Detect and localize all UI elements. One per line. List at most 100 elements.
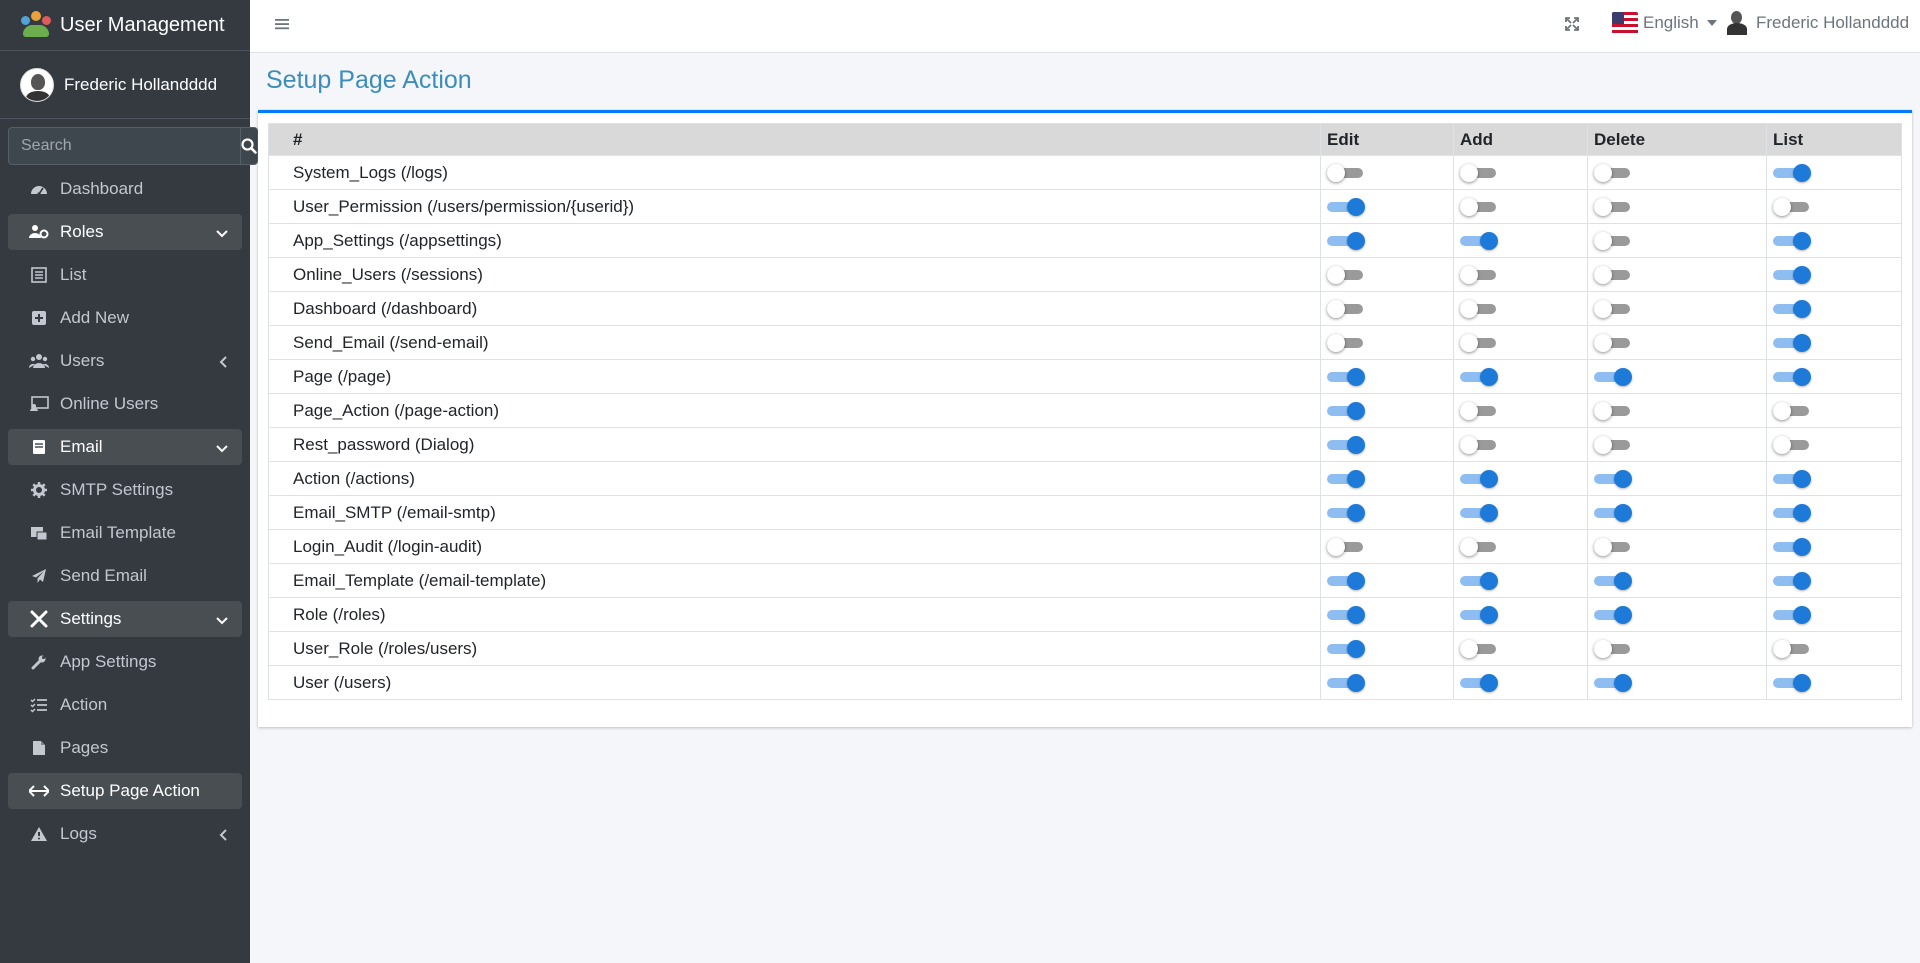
list-toggle[interactable]: [1773, 300, 1811, 319]
edit-toggle[interactable]: [1327, 368, 1365, 387]
list-toggle[interactable]: [1773, 436, 1809, 455]
list-toggle[interactable]: [1773, 368, 1811, 387]
sidebar-item-setup-page-action[interactable]: Setup Page Action: [8, 773, 242, 809]
header-user-menu[interactable]: Frederic Hollandddd: [1726, 10, 1909, 36]
add-cell: [1453, 155, 1588, 190]
add-toggle[interactable]: [1460, 504, 1498, 523]
users-cog-icon: [28, 223, 50, 241]
add-toggle[interactable]: [1460, 572, 1498, 591]
edit-toggle[interactable]: [1327, 334, 1363, 353]
sidebar-user-name[interactable]: Frederic Hollandddd: [64, 75, 217, 95]
edit-toggle[interactable]: [1327, 470, 1365, 489]
screen-user-icon: [28, 395, 50, 413]
delete-toggle[interactable]: [1594, 640, 1630, 659]
brand[interactable]: User Management: [0, 0, 250, 51]
sidebar-item-pages[interactable]: Pages: [8, 730, 242, 766]
list-toggle[interactable]: [1773, 198, 1809, 217]
add-toggle[interactable]: [1460, 164, 1496, 183]
delete-cell: [1587, 563, 1767, 598]
edit-toggle[interactable]: [1327, 198, 1365, 217]
delete-toggle[interactable]: [1594, 402, 1630, 421]
delete-toggle[interactable]: [1594, 368, 1632, 387]
list-toggle[interactable]: [1773, 402, 1809, 421]
delete-toggle[interactable]: [1594, 436, 1630, 455]
add-toggle[interactable]: [1460, 436, 1496, 455]
delete-toggle[interactable]: [1594, 266, 1630, 285]
sidebar-item-list[interactable]: List: [8, 257, 242, 293]
edit-toggle[interactable]: [1327, 164, 1363, 183]
sidebar-item-add-new[interactable]: Add New: [8, 300, 242, 336]
page-name-cell: Rest_password (Dialog): [268, 427, 1321, 462]
language-dropdown[interactable]: English: [1612, 12, 1717, 34]
delete-toggle[interactable]: [1594, 232, 1630, 251]
edit-toggle[interactable]: [1327, 674, 1365, 693]
add-toggle[interactable]: [1460, 198, 1496, 217]
add-toggle[interactable]: [1460, 266, 1496, 285]
add-toggle[interactable]: [1460, 334, 1496, 353]
sidebar-item-send-email[interactable]: Send Email: [8, 558, 242, 594]
edit-toggle[interactable]: [1327, 572, 1365, 591]
list-toggle[interactable]: [1773, 606, 1811, 625]
list-cell: [1766, 427, 1902, 462]
delete-toggle[interactable]: [1594, 470, 1632, 489]
add-toggle[interactable]: [1460, 368, 1498, 387]
list-toggle[interactable]: [1773, 640, 1809, 659]
list-toggle[interactable]: [1773, 572, 1811, 591]
add-cell: [1453, 223, 1588, 258]
sidebar-item-app-settings[interactable]: App Settings: [8, 644, 242, 680]
list-toggle[interactable]: [1773, 334, 1811, 353]
list-toggle[interactable]: [1773, 470, 1811, 489]
edit-toggle[interactable]: [1327, 232, 1365, 251]
sidebar-item-smtp-settings[interactable]: SMTP Settings: [8, 472, 242, 508]
delete-toggle[interactable]: [1594, 198, 1630, 217]
us-flag-icon: [1612, 12, 1638, 34]
list-toggle[interactable]: [1773, 232, 1811, 251]
sidebar-item-users[interactable]: Users: [8, 343, 242, 379]
menu-toggle-icon[interactable]: [274, 16, 290, 37]
edit-toggle[interactable]: [1327, 300, 1363, 319]
sidebar-item-action[interactable]: Action: [8, 687, 242, 723]
list-toggle[interactable]: [1773, 266, 1811, 285]
sidebar-item-email-template[interactable]: Email Template: [8, 515, 242, 551]
mail-template-icon: [28, 524, 50, 542]
add-toggle[interactable]: [1460, 674, 1498, 693]
add-toggle[interactable]: [1460, 640, 1496, 659]
add-toggle[interactable]: [1460, 606, 1498, 625]
list-toggle[interactable]: [1773, 538, 1811, 557]
delete-toggle[interactable]: [1594, 674, 1632, 693]
search-input[interactable]: [8, 127, 240, 165]
delete-toggle[interactable]: [1594, 504, 1632, 523]
sidebar-item-email[interactable]: Email: [8, 429, 242, 465]
sidebar-item-roles[interactable]: Roles: [8, 214, 242, 250]
search-button[interactable]: [240, 127, 258, 165]
list-toggle[interactable]: [1773, 674, 1811, 693]
sidebar-item-online-users[interactable]: Online Users: [8, 386, 242, 422]
add-toggle[interactable]: [1460, 470, 1498, 489]
edit-toggle[interactable]: [1327, 504, 1365, 523]
sidebar-item-settings[interactable]: Settings: [8, 601, 242, 637]
add-toggle[interactable]: [1460, 300, 1496, 319]
list-cell: [1766, 359, 1902, 394]
sidebar-item-dashboard[interactable]: Dashboard: [8, 171, 242, 207]
edit-toggle[interactable]: [1327, 436, 1365, 455]
edit-toggle[interactable]: [1327, 402, 1365, 421]
sidebar-item-logs[interactable]: Logs: [8, 816, 242, 852]
user-panel[interactable]: Frederic Hollandddd: [0, 51, 250, 119]
fullscreen-icon[interactable]: [1564, 16, 1580, 37]
delete-toggle[interactable]: [1594, 606, 1632, 625]
delete-toggle[interactable]: [1594, 334, 1630, 353]
add-cell: [1453, 393, 1588, 428]
delete-toggle[interactable]: [1594, 572, 1632, 591]
delete-toggle[interactable]: [1594, 164, 1630, 183]
edit-toggle[interactable]: [1327, 266, 1363, 285]
delete-toggle[interactable]: [1594, 538, 1630, 557]
add-toggle[interactable]: [1460, 232, 1498, 251]
add-toggle[interactable]: [1460, 402, 1496, 421]
list-toggle[interactable]: [1773, 504, 1811, 523]
list-toggle[interactable]: [1773, 164, 1811, 183]
delete-toggle[interactable]: [1594, 300, 1630, 319]
edit-toggle[interactable]: [1327, 538, 1363, 557]
edit-toggle[interactable]: [1327, 640, 1365, 659]
edit-toggle[interactable]: [1327, 606, 1365, 625]
add-toggle[interactable]: [1460, 538, 1496, 557]
